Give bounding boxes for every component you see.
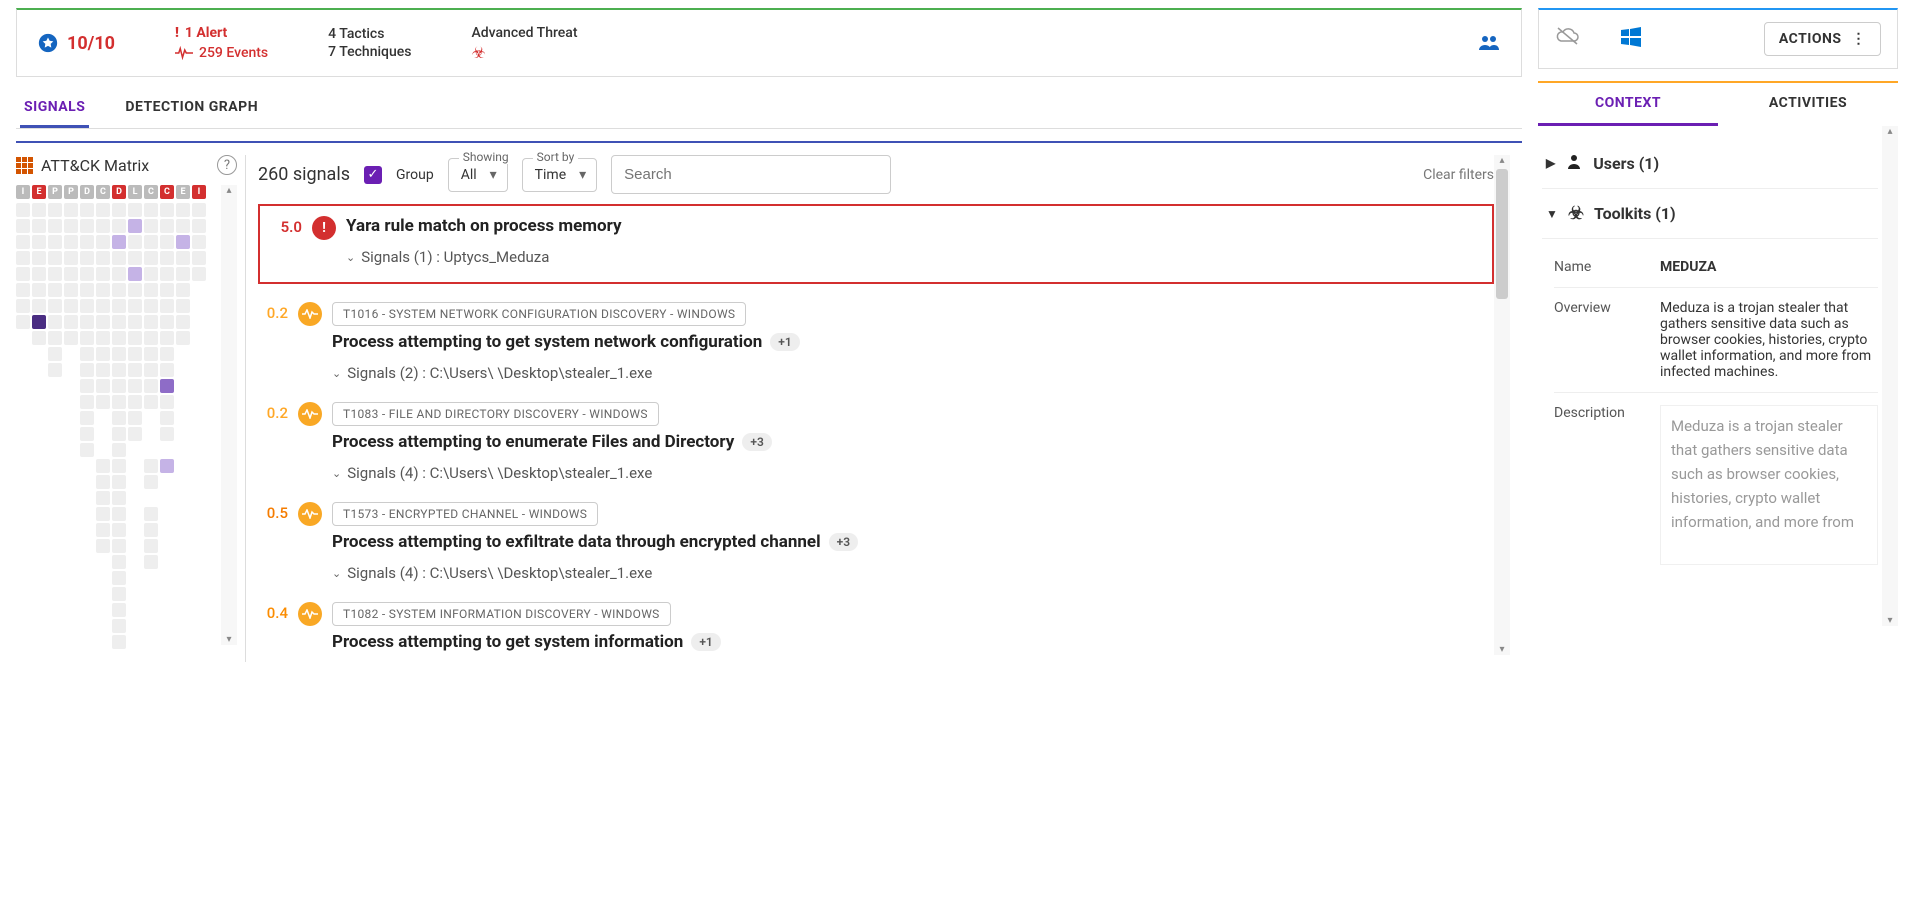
right-tabs: CONTEXT ACTIVITIES [1538, 81, 1898, 126]
matrix-tactic-letters: IEPPDCDLCCEI [16, 185, 221, 199]
chevron-down-icon: ▼ [1546, 207, 1558, 221]
attack-matrix-grid[interactable] [16, 203, 221, 649]
help-icon[interactable]: ? [217, 155, 237, 175]
signal-subtitle[interactable]: ⌄ Signals (1) : Uptycs_Meduza [346, 248, 1480, 266]
field-overview-label: Overview [1554, 300, 1644, 380]
attack-matrix-title: ATT&CK Matrix [41, 156, 149, 175]
technique-tag[interactable]: T1082 - SYSTEM INFORMATION DISCOVERY - W… [332, 602, 671, 626]
summary-bar: 10/10 ! 1 Alert 259 Events 4 Tactics 7 T… [16, 8, 1522, 77]
actions-button[interactable]: ACTIONS ⋮ [1764, 22, 1881, 56]
chevron-right-icon: ▶ [1546, 156, 1555, 170]
signal-item[interactable]: 0.2 T1083 - FILE AND DIRECTORY DISCOVERY… [258, 392, 1494, 492]
toolkit-details: Name MEDUZA Overview Meduza is a trojan … [1542, 239, 1878, 577]
tab-activities[interactable]: ACTIVITIES [1718, 83, 1898, 126]
signal-subtitle[interactable]: ⌄ Signals (4) : C:\Users\ \Desktop\steal… [332, 464, 1494, 482]
tab-detection-graph[interactable]: DETECTION GRAPH [121, 89, 262, 128]
signals-toolbar: 260 signals ✓ Group Showing All Sort by … [258, 155, 1494, 194]
chevron-down-icon: ⌄ [332, 367, 341, 380]
field-name-label: Name [1554, 259, 1644, 275]
count-badge: +1 [691, 633, 720, 651]
count-badge: +3 [829, 533, 858, 551]
showing-select[interactable]: Showing All [448, 158, 508, 192]
alert-count[interactable]: ! 1 Alert [175, 25, 268, 41]
tab-signals[interactable]: SIGNALS [20, 89, 89, 128]
signal-subtitle[interactable]: ⌄ Signals (2) : C:\Users\ \Desktop\steal… [332, 364, 1494, 382]
context-scrollbar[interactable]: ▴ ▾ [1882, 126, 1898, 626]
user-icon [1565, 152, 1583, 174]
description-scrollbox[interactable]: Meduza is a trojan stealer that gathers … [1660, 405, 1878, 565]
chevron-down-icon: ⌄ [332, 467, 341, 480]
signal-score: 5.0 [272, 216, 302, 236]
signal-score: 0.5 [258, 502, 288, 522]
severity-icon [298, 502, 322, 526]
sort-select[interactable]: Sort by Time [522, 158, 597, 192]
event-count[interactable]: 259 Events [175, 45, 268, 61]
tab-context[interactable]: CONTEXT [1538, 83, 1718, 126]
signal-item[interactable]: 0.5 T1573 - ENCRYPTED CHANNEL - WINDOWS … [258, 492, 1494, 592]
alert-icon: ! [175, 25, 179, 41]
field-name-value: MEDUZA [1660, 259, 1878, 275]
field-description-label: Description [1554, 405, 1644, 565]
group-label: Group [396, 167, 434, 183]
signal-score: 0.2 [258, 302, 288, 322]
severity-icon: ! [312, 216, 336, 240]
signal-title: Process attempting to get system network… [332, 332, 1494, 352]
matrix-scrollbar[interactable]: ▴ ▾ [221, 185, 237, 645]
signal-item-highlighted[interactable]: 5.0 ! Yara rule match on process memory … [258, 204, 1494, 284]
signal-score: 0.4 [258, 602, 288, 622]
techniques-count: 7 Techniques [328, 44, 411, 60]
field-overview-value: Meduza is a trojan stealer that gathers … [1660, 300, 1878, 380]
threat-label: Advanced Threat [471, 25, 577, 41]
pulse-icon [175, 46, 193, 60]
group-checkbox[interactable]: ✓ [364, 166, 382, 184]
users-section[interactable]: ▶ Users (1) [1542, 138, 1878, 189]
severity-icon [298, 302, 322, 326]
main-tabs: SIGNALS DETECTION GRAPH [16, 89, 1522, 129]
signal-title: Process attempting to exfiltrate data th… [332, 532, 1494, 552]
signal-item[interactable]: 0.4 T1082 - SYSTEM INFORMATION DISCOVERY… [258, 592, 1494, 662]
signals-count: 260 signals [258, 164, 350, 185]
chevron-down-icon: ⌄ [346, 251, 355, 264]
technique-tag[interactable]: T1573 - ENCRYPTED CHANNEL - WINDOWS [332, 502, 598, 526]
signal-subtitle[interactable]: ⌄ Signals (4) : C:\Users\ \Desktop\steal… [332, 564, 1494, 582]
biohazard-icon: ☣ [471, 43, 577, 62]
severity-icon [298, 402, 322, 426]
matrix-grid-icon [16, 157, 33, 174]
chevron-down-icon: ⌄ [332, 567, 341, 580]
clear-filters[interactable]: Clear filters [1423, 167, 1494, 183]
cloud-off-icon [1555, 26, 1581, 52]
count-badge: +1 [770, 333, 799, 351]
tactics-count: 4 Tactics [328, 26, 411, 42]
signal-score: 0.2 [258, 402, 288, 422]
signal-title: Process attempting to get system informa… [332, 632, 1494, 652]
technique-tag[interactable]: T1016 - SYSTEM NETWORK CONFIGURATION DIS… [332, 302, 746, 326]
severity-icon [298, 602, 322, 626]
search-input[interactable] [611, 155, 891, 194]
windows-icon [1621, 27, 1641, 51]
signal-title: Yara rule match on process memory [346, 216, 1480, 236]
count-badge: +3 [742, 433, 771, 451]
signals-scrollbar[interactable]: ▴ ▾ [1494, 155, 1510, 655]
asset-bar: ACTIONS ⋮ [1538, 8, 1898, 69]
star-badge-icon [37, 32, 59, 54]
technique-tag[interactable]: T1083 - FILE AND DIRECTORY DISCOVERY - W… [332, 402, 659, 426]
threat-score: 10/10 [37, 32, 115, 54]
biohazard-icon: ☣ [1568, 203, 1584, 224]
users-icon[interactable] [1477, 31, 1501, 55]
signal-item[interactable]: 0.2 T1016 - SYSTEM NETWORK CONFIGURATION… [258, 292, 1494, 392]
toolkits-section[interactable]: ▼ ☣ Toolkits (1) [1542, 189, 1878, 239]
signal-title: Process attempting to enumerate Files an… [332, 432, 1494, 452]
kebab-icon: ⋮ [1852, 31, 1867, 47]
